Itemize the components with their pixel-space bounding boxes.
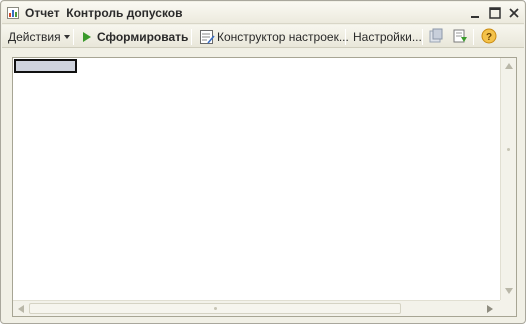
constructor-icon: [200, 30, 215, 44]
scroll-left-icon[interactable]: [18, 305, 24, 313]
settings-constructor-button[interactable]: Конструктор настроек...: [199, 29, 349, 45]
report-window: Отчет Контроль допусков Действия Сформир…: [0, 0, 526, 324]
report-spreadsheet[interactable]: [12, 57, 517, 317]
settings-label: Настройки...: [353, 30, 422, 44]
scroll-grip: [507, 148, 510, 151]
constructor-label: Конструктор настроек...: [217, 30, 349, 44]
generate-label: Сформировать: [97, 30, 189, 44]
window-title: Отчет Контроль допусков: [25, 6, 183, 20]
restore-settings-icon[interactable]: [428, 28, 444, 44]
command-bar: Действия Сформировать Конструктор настро…: [2, 25, 524, 48]
svg-text:?: ?: [486, 32, 492, 43]
scroll-up-icon[interactable]: [505, 63, 513, 69]
save-settings-icon[interactable]: [452, 28, 468, 44]
title-bar[interactable]: Отчет Контроль допусков: [2, 2, 524, 24]
chevron-down-icon: [63, 35, 70, 39]
horizontal-scroll-thumb[interactable]: [29, 303, 401, 314]
toolbar-separator: [422, 29, 423, 45]
close-icon[interactable]: [507, 6, 521, 20]
scroll-corner: [500, 300, 516, 316]
window-menu-icon[interactable]: [468, 6, 482, 20]
toolbar-separator: [473, 29, 474, 45]
selected-cell[interactable]: [14, 59, 77, 73]
actions-label: Действия: [8, 30, 61, 44]
toolbar-separator: [191, 29, 192, 45]
toolbar-separator: [345, 29, 346, 45]
generate-button[interactable]: Сформировать: [82, 29, 188, 45]
scroll-right-icon[interactable]: [487, 305, 493, 313]
toolbar-separator: [73, 29, 74, 45]
vertical-scrollbar[interactable]: [500, 58, 516, 300]
scroll-down-icon[interactable]: [505, 288, 513, 294]
horizontal-scrollbar[interactable]: [13, 300, 500, 316]
report-icon: [7, 7, 19, 19]
settings-button[interactable]: Настройки...: [353, 29, 422, 45]
scroll-grip: [214, 307, 217, 310]
help-icon[interactable]: ?: [481, 28, 497, 44]
maximize-icon[interactable]: [488, 6, 502, 20]
actions-menu-button[interactable]: Действия: [8, 29, 70, 45]
play-icon: [83, 32, 91, 42]
